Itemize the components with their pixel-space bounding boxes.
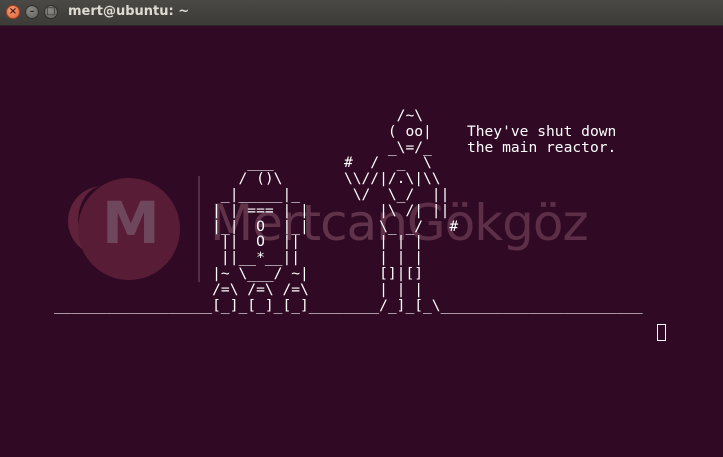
terminal-line: ( oo| They've shut down [54, 122, 617, 140]
text-cursor [657, 324, 666, 341]
terminal-line: |_| O |_| \_ _/ # [54, 217, 459, 235]
terminal-line: /~\ [54, 107, 424, 124]
terminal-line: ||__*__|| | | | [54, 249, 424, 267]
close-button[interactable]: × [6, 5, 20, 19]
terminal-line: __________________[_]_[_]_[_]________/_]… [54, 296, 643, 314]
terminal-line: /=\ /=\ /=\ | | | [54, 280, 424, 298]
terminal-line: _\=/_ the main reactor. [54, 138, 617, 156]
terminal-line: || O || | | | [54, 233, 424, 251]
title-bar[interactable]: × – □ mert@ubuntu: ~ [0, 0, 723, 26]
terminal-output: /~\ ( oo| They've shut down _\=/_ the ma… [54, 108, 643, 313]
terminal-line: | | === | | |\ /| || [54, 201, 450, 219]
minimize-button[interactable]: – [25, 5, 39, 19]
terminal-line: _|_____|_ \/ \_/ || [54, 185, 450, 203]
minimize-icon: – [29, 6, 35, 17]
close-icon: × [8, 6, 18, 17]
maximize-icon: □ [46, 6, 56, 17]
window-title: mert@ubuntu: ~ [68, 4, 190, 19]
terminal-window: × – □ mert@ubuntu: ~ M MertcanGökgöz /~\… [0, 0, 723, 457]
maximize-button[interactable]: □ [44, 5, 58, 19]
terminal-line: ___ # / _ \ [54, 154, 432, 172]
terminal-line: |~ \___/ ~| []|[] [54, 264, 424, 282]
terminal-line: / ()\ \\//|/.\|\\ [54, 170, 441, 188]
